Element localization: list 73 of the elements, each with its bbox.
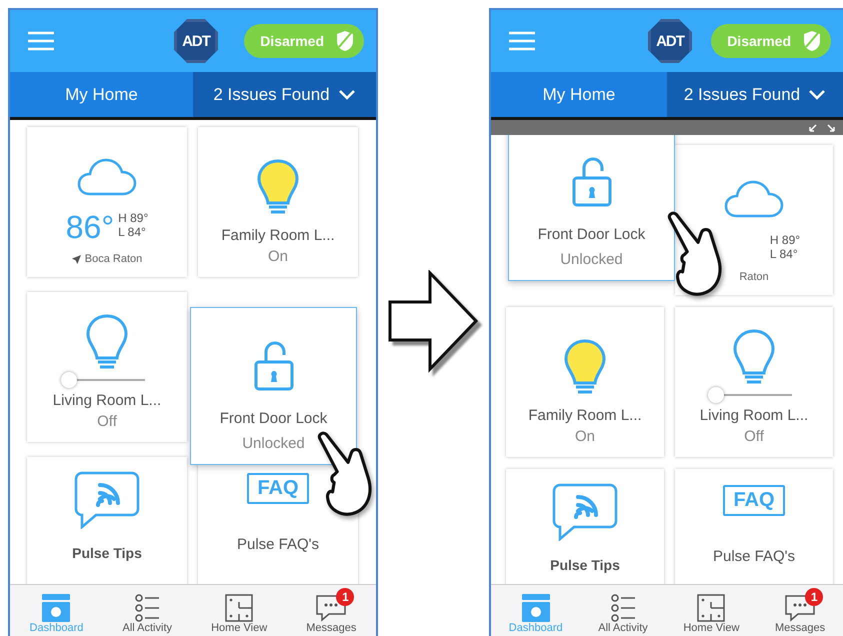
tab[interactable]: My Home — [491, 72, 667, 117]
notification-badge: 1 — [805, 588, 824, 606]
chevron-down-icon — [338, 89, 356, 100]
slider-thumb[interactable] — [61, 372, 77, 388]
device-name: Living Room L... — [700, 407, 808, 424]
logo: ADT — [174, 19, 218, 63]
nav-label[interactable]: All Activity — [598, 622, 648, 634]
location-arrow-icon — [72, 254, 81, 264]
location-name: Raton — [739, 271, 769, 283]
location-name: Boca Raton — [84, 253, 142, 265]
tab[interactable]: My Home — [10, 72, 193, 117]
device-status: Unlocked — [242, 435, 305, 452]
device-name: Family Room L... — [221, 227, 335, 244]
low-temperature: L 84° — [770, 247, 799, 261]
right-arrow-icon — [386, 270, 480, 374]
list-icon — [134, 594, 160, 622]
unlocked-padlock-icon — [570, 156, 612, 208]
nav-label[interactable]: All Activity — [122, 622, 172, 634]
nav-label[interactable]: Messages — [306, 622, 356, 634]
notification-badge: 1 — [336, 588, 354, 606]
dimmer-card[interactable]: Living Room L... Off — [675, 307, 833, 457]
device-name: Living Room L... — [52, 392, 162, 409]
faq-card[interactable]: FAQ Pulse FAQ's — [675, 469, 833, 584]
high-temperature: H 89° — [118, 211, 148, 225]
dashboard-icon — [41, 594, 72, 622]
speech-bubble-signal-icon — [74, 471, 140, 529]
tab[interactable]: 2 Issues Found — [667, 72, 843, 117]
device-status: Unlocked — [560, 251, 623, 268]
high-temperature: H 89° — [770, 233, 800, 247]
dashboard-icon — [520, 594, 551, 622]
resize-arrows-icon — [809, 123, 835, 132]
lock-card[interactable]: Front Door Lock Unlocked — [508, 135, 675, 281]
nav-label[interactable]: Home View — [683, 622, 740, 634]
tab[interactable]: 2 Issues Found — [193, 72, 376, 117]
faq-badge: FAQ — [247, 473, 309, 504]
unlocked-padlock-icon — [252, 340, 294, 392]
list-icon — [610, 594, 636, 622]
lock-card[interactable]: Front Door Lock Unlocked — [190, 307, 357, 465]
chevron-down-icon — [808, 89, 826, 100]
tips-card[interactable]: Pulse Tips — [27, 457, 187, 584]
card-title: Pulse FAQ's — [712, 548, 796, 565]
card-title: Pulse Tips — [72, 545, 142, 561]
menu-icon[interactable] — [28, 31, 54, 51]
card-title: Pulse FAQ's — [236, 536, 320, 553]
shield-icon — [803, 30, 821, 52]
light-card[interactable]: Family Room L... On — [506, 307, 664, 457]
floor-plan-icon — [225, 594, 254, 622]
cloud-icon — [723, 179, 785, 219]
slider-thumb[interactable] — [708, 387, 724, 403]
light-card[interactable]: Family Room L... On — [198, 127, 358, 277]
logo: ADT — [648, 19, 692, 63]
chat-icon — [784, 594, 816, 622]
cloud-icon — [76, 157, 138, 197]
low-temperature: L 84° — [118, 225, 147, 239]
device-name: Front Door Lock — [538, 226, 646, 243]
floor-plan-icon — [697, 594, 726, 622]
menu-icon[interactable] — [509, 31, 535, 51]
tips-card[interactable]: Pulse Tips — [506, 469, 664, 584]
temperature: 86° — [66, 211, 114, 243]
speech-bubble-signal-icon — [552, 483, 618, 541]
faq-badge: FAQ — [723, 485, 785, 516]
chat-icon — [315, 594, 348, 622]
device-name: Family Room L... — [528, 407, 642, 424]
device-status: Off — [744, 428, 764, 445]
dimmer-card[interactable]: Living Room L... Off — [27, 292, 187, 442]
device-status: On — [268, 248, 288, 265]
card-title: Pulse Tips — [550, 557, 620, 573]
shield-icon — [336, 30, 354, 52]
nav-label[interactable]: Home View — [211, 622, 268, 634]
device-status: On — [574, 428, 595, 445]
device-name: Front Door Lock — [220, 410, 328, 427]
nav-label[interactable]: Messages — [775, 622, 826, 634]
device-status: Off — [97, 413, 117, 430]
